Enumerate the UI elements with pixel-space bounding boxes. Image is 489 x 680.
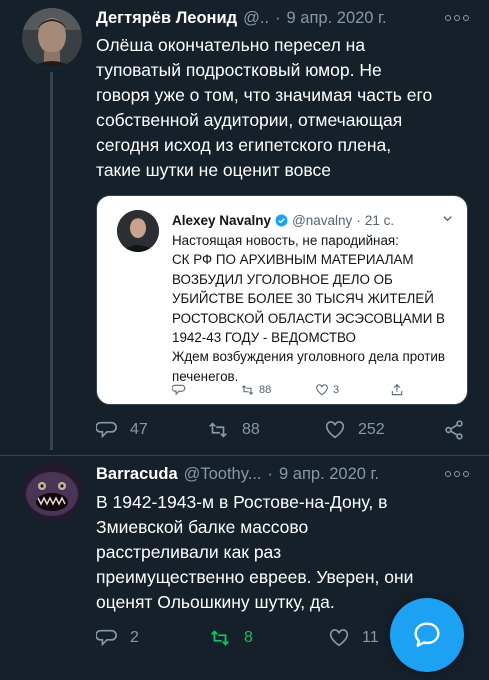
author-name[interactable]: Barracuda — [96, 465, 178, 484]
reply-icon — [96, 629, 117, 647]
tweet-header: Дегтярёв Леонид @.. · 9 апр. 2020 г. — [96, 7, 469, 29]
like-button[interactable]: 252 — [324, 419, 385, 441]
author-handle[interactable]: @.. — [243, 9, 269, 28]
tweet-date[interactable]: 9 апр. 2020 г. — [279, 465, 379, 484]
reply-count: 2 — [130, 629, 139, 646]
separator-dot: · — [275, 8, 281, 27]
tweet-date[interactable]: 9 апр. 2020 г. — [287, 9, 387, 28]
tweet-text: Олёша окончательно пересел на туповатый … — [96, 35, 433, 180]
like-count: 11 — [362, 629, 379, 646]
retweet-count: 88 — [242, 421, 260, 438]
retweet-icon — [209, 422, 227, 438]
like-icon — [316, 384, 328, 396]
tweet-text: В 1942-1943-м в Ростове-на-Дону, в Змиев… — [96, 492, 414, 612]
author-name[interactable]: Дегтярёв Леонид — [96, 9, 237, 28]
reply-button[interactable]: 2 — [96, 627, 139, 649]
tweet-actions: 47 88 252 — [96, 419, 476, 443]
quoted-header: Alexey Navalny @navalny · 21 с. — [172, 210, 453, 230]
reply-icon — [96, 421, 117, 439]
share-icon — [391, 384, 403, 396]
reply-button[interactable]: 47 — [96, 419, 148, 441]
tweet-header: Barracuda @Toothy... · 9 апр. 2020 г. — [96, 463, 469, 485]
like-button[interactable]: 11 — [328, 627, 379, 649]
like-icon — [325, 421, 345, 439]
quoted-text-outro: Ждем возбуждения уголовного дела против … — [172, 349, 446, 384]
quoted-retweet-count: 88 — [259, 384, 272, 396]
share-button[interactable] — [443, 419, 465, 441]
message-bubble-icon — [414, 622, 440, 647]
like-count: 252 — [358, 421, 385, 438]
quoted-avatar[interactable] — [117, 210, 159, 252]
quoted-like-count: 3 — [333, 384, 340, 396]
retweet-count: 8 — [244, 629, 253, 646]
retweet-icon — [211, 630, 229, 646]
quoted-author-handle[interactable]: @navalny — [292, 213, 352, 228]
separator-dot: · — [267, 464, 274, 483]
quoted-retweet-button[interactable]: 88 — [240, 383, 271, 397]
author-handle[interactable]: @Toothy... — [184, 465, 262, 484]
share-icon — [445, 420, 463, 440]
avatar[interactable] — [22, 8, 82, 68]
more-options-icon[interactable] — [445, 15, 469, 21]
quoted-reply-button[interactable] — [172, 383, 186, 397]
verified-badge-icon — [275, 214, 288, 226]
quoted-tweet[interactable]: Alexey Navalny @navalny · 21 с. Настояща… — [96, 195, 468, 405]
quoted-time[interactable]: 21 с. — [365, 213, 394, 228]
chevron-down-icon[interactable] — [442, 213, 453, 227]
quoted-text: Настоящая новость, не пародийная: СК РФ … — [172, 231, 457, 386]
reply-count: 47 — [130, 421, 148, 438]
thread-line — [50, 72, 53, 450]
quoted-author-name[interactable]: Alexey Navalny — [172, 213, 271, 228]
tweet-degtyarev[interactable]: Дегтярёв Леонид @.. · 9 апр. 2020 г. Олё… — [0, 0, 489, 456]
separator-dot: · — [356, 212, 361, 228]
more-options-icon[interactable] — [445, 471, 469, 477]
quoted-text-intro: Настоящая новость, не пародийная: — [172, 233, 399, 248]
avatar[interactable] — [22, 462, 82, 522]
reply-icon — [172, 384, 186, 396]
retweet-button[interactable]: 8 — [208, 627, 253, 649]
quoted-like-button[interactable]: 3 — [315, 383, 339, 397]
quoted-share-button[interactable] — [390, 383, 404, 397]
like-icon — [329, 629, 349, 647]
compose-button[interactable] — [390, 598, 464, 672]
quoted-actions: 88 3 — [172, 382, 412, 398]
retweet-button[interactable]: 88 — [206, 419, 260, 441]
retweet-icon — [241, 385, 254, 395]
quoted-text-caps: СК РФ ПО АРХИВНЫМ МАТЕРИАЛАМ ВОЗБУДИЛ УГ… — [172, 252, 445, 346]
